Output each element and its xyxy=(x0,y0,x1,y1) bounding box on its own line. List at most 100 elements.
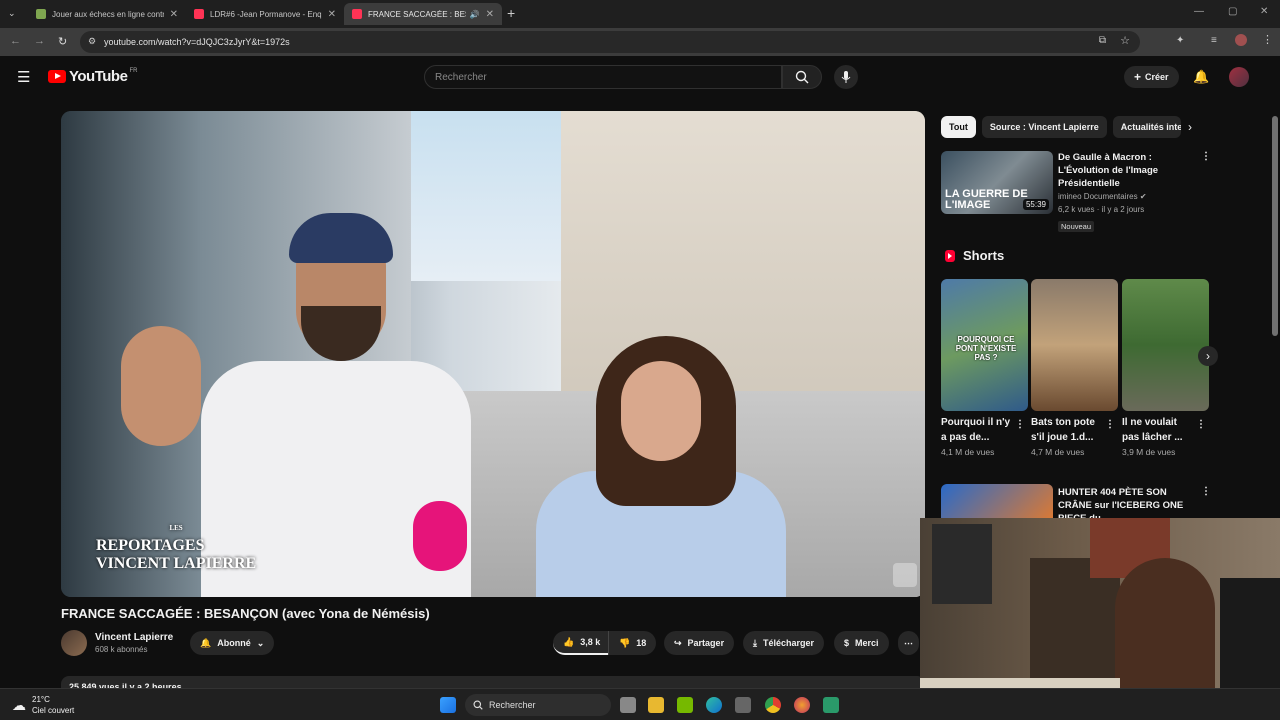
reload-icon[interactable]: ↻ xyxy=(58,35,67,48)
back-icon[interactable]: ← xyxy=(10,35,21,47)
edge-icon[interactable] xyxy=(706,697,722,713)
short-title: Pourquoi il n'y a pas de... xyxy=(941,417,1011,443)
more-vertical-icon[interactable]: ⋮ xyxy=(1201,486,1211,497)
recommended-video[interactable]: LA GUERRE DE L'IMAGE 55:39 De Gaulle à M… xyxy=(941,151,1211,232)
short-title: Bats ton pote s'il joue 1.d... xyxy=(1031,417,1095,443)
weather-widget[interactable]: ☁ 21°C Ciel couvert xyxy=(12,694,74,716)
shorts-heading: Shorts xyxy=(945,248,1004,263)
share-button[interactable]: ↪ Partager xyxy=(664,631,735,655)
more-actions-button[interactable]: ⋯ xyxy=(898,631,919,655)
close-window-icon[interactable]: ✕ xyxy=(1260,6,1268,17)
search-button[interactable] xyxy=(782,65,822,89)
more-vertical-icon[interactable]: ⋮ xyxy=(1201,151,1211,162)
subscribe-watermark-icon[interactable] xyxy=(893,563,917,587)
chevron-right-icon[interactable]: › xyxy=(1188,120,1192,134)
recommended-channel[interactable]: imineo Documentaires xyxy=(1058,192,1138,201)
app-icon[interactable] xyxy=(823,697,839,713)
shorts-next-arrow-icon[interactable]: › xyxy=(1198,346,1218,366)
close-tab-icon[interactable]: ✕ xyxy=(170,9,178,20)
short-item[interactable]: Bats ton pote s'il joue 1.d... 4,7 M de … xyxy=(1031,279,1118,457)
like-button[interactable]: 👍 3,8 k xyxy=(553,631,611,655)
short-thumbnail[interactable]: POURQUOI CE PONT N'EXISTE PAS ? xyxy=(941,279,1028,411)
tab-title: Jouer aux échecs en ligne contr xyxy=(52,9,164,19)
new-tab-icon[interactable]: + xyxy=(507,5,515,21)
chess-favicon-icon xyxy=(36,9,46,19)
short-item[interactable]: Il ne voulait pas lâcher ... 3,9 M de vu… xyxy=(1122,279,1209,457)
store-icon[interactable] xyxy=(735,697,751,713)
short-item[interactable]: POURQUOI CE PONT N'EXISTE PAS ? Pourquoi… xyxy=(941,279,1028,457)
reading-list-icon[interactable]: ≡ xyxy=(1211,35,1217,46)
extensions-icon[interactable]: ✦ xyxy=(1176,35,1184,46)
nvidia-icon[interactable] xyxy=(677,697,693,713)
close-tab-icon[interactable]: ✕ xyxy=(328,9,336,20)
maximize-icon[interactable]: ▢ xyxy=(1228,6,1237,17)
minimize-icon[interactable]: — xyxy=(1194,6,1204,17)
more-vertical-icon[interactable]: ⋮ xyxy=(1196,419,1206,430)
youtube-favicon-icon xyxy=(352,9,362,19)
hamburger-menu-icon[interactable]: ☰ xyxy=(17,68,30,86)
task-view-icon[interactable] xyxy=(620,697,636,713)
close-tab-icon[interactable]: ✕ xyxy=(486,9,494,20)
dislike-button[interactable]: 👎 18 xyxy=(608,631,657,655)
windows-taskbar: ☁ 21°C Ciel couvert Rechercher xyxy=(0,688,1280,720)
search-input[interactable]: Rechercher xyxy=(424,65,782,89)
like-count: 3,8 k xyxy=(580,637,601,647)
account-avatar[interactable] xyxy=(1229,67,1249,87)
scrollbar-thumb[interactable] xyxy=(1272,116,1278,336)
profile-avatar[interactable] xyxy=(1235,34,1247,46)
bookmark-star-icon[interactable]: ☆ xyxy=(1120,34,1130,47)
chip-news[interactable]: Actualités inte xyxy=(1112,116,1181,138)
recommended-title[interactable]: De Gaulle à Macron : L'Évolution de l'Im… xyxy=(1058,151,1198,190)
dislike-count: 18 xyxy=(636,638,647,648)
url-field[interactable]: ⚙ youtube.com/watch?v=dJQJC3zJyrY&t=1972… xyxy=(80,31,1140,53)
thanks-icon: $ xyxy=(844,638,850,648)
forward-icon[interactable]: → xyxy=(34,35,45,47)
taskbar-search-label: Rechercher xyxy=(489,700,536,710)
webcam-monitor xyxy=(932,524,992,604)
channel-avatar[interactable] xyxy=(61,630,87,656)
more-vertical-icon[interactable]: ⋮ xyxy=(1105,419,1115,430)
file-explorer-icon[interactable] xyxy=(648,697,664,713)
taskbar-search[interactable]: Rechercher xyxy=(465,694,611,716)
tab-title: FRANCE SACCAGÉE : BESAN xyxy=(368,9,466,19)
short-title: Il ne voulait pas lâcher ... xyxy=(1122,417,1183,443)
tab-ldr[interactable]: LDR#6 -Jean Pormanove - Enqu ✕ xyxy=(186,3,344,25)
short-views: 4,1 M de vues xyxy=(941,447,995,457)
firefox-icon[interactable] xyxy=(794,697,810,713)
chrome-icon[interactable] xyxy=(765,697,781,713)
watermark-line2: VINCENT LAPIERRE xyxy=(96,555,257,572)
tab-chess[interactable]: Jouer aux échecs en ligne contr ✕ xyxy=(28,3,186,25)
windows-start-icon[interactable] xyxy=(440,697,456,713)
short-thumbnail[interactable] xyxy=(1031,279,1118,411)
recommended-info: De Gaulle à Macron : L'Évolution de l'Im… xyxy=(1058,151,1198,234)
browser-menu-icon[interactable]: ⋮ xyxy=(1262,33,1273,46)
new-badge: Nouveau xyxy=(1058,221,1095,232)
tab-france-saccagee[interactable]: FRANCE SACCAGÉE : BESAN 🔊 ✕ xyxy=(344,3,502,25)
video-title: FRANCE SACCAGÉE : BESANÇON (avec Yona de… xyxy=(61,606,430,621)
site-info-icon[interactable]: ⚙ xyxy=(88,36,96,47)
notifications-bell-icon[interactable]: 🔔 xyxy=(1193,69,1209,85)
short-thumbnail[interactable] xyxy=(1122,279,1209,411)
chip-all[interactable]: Tout xyxy=(941,116,976,138)
chip-news-label: Actualités inte xyxy=(1120,122,1181,132)
subscribed-button[interactable]: 🔔 Abonné ⌄ xyxy=(190,631,275,655)
thumbs-up-icon: 👍 xyxy=(563,636,575,647)
chip-source[interactable]: Source : Vincent Lapierre xyxy=(981,116,1107,138)
region-code: FR xyxy=(129,68,138,74)
youtube-logo[interactable]: YouTube FR xyxy=(48,68,137,85)
recommended-thumbnail[interactable]: LA GUERRE DE L'IMAGE 55:39 xyxy=(941,151,1053,214)
install-icon[interactable]: ⧉ xyxy=(1099,35,1106,46)
download-button[interactable]: ⤓ Télécharger xyxy=(743,631,825,655)
create-button[interactable]: + Créer xyxy=(1124,66,1179,88)
watermark-line1: REPORTAGES xyxy=(96,537,205,554)
tab-list-icon[interactable]: ⌄ xyxy=(8,8,16,19)
cloud-icon: ☁ xyxy=(12,696,26,713)
address-bar-row: ← → ↻ ⚙ youtube.com/watch?v=dJQJC3zJyrY&… xyxy=(0,28,1280,56)
audio-playing-icon[interactable]: 🔊 xyxy=(470,10,480,19)
thanks-button[interactable]: $ Merci xyxy=(834,631,889,655)
subscribed-label: Abonné xyxy=(217,638,251,648)
channel-name[interactable]: Vincent Lapierre xyxy=(95,632,173,643)
more-vertical-icon[interactable]: ⋮ xyxy=(1015,419,1025,430)
voice-search-button[interactable] xyxy=(834,65,858,89)
video-player[interactable]: LES REPORTAGES VINCENT LAPIERRE xyxy=(61,111,925,597)
